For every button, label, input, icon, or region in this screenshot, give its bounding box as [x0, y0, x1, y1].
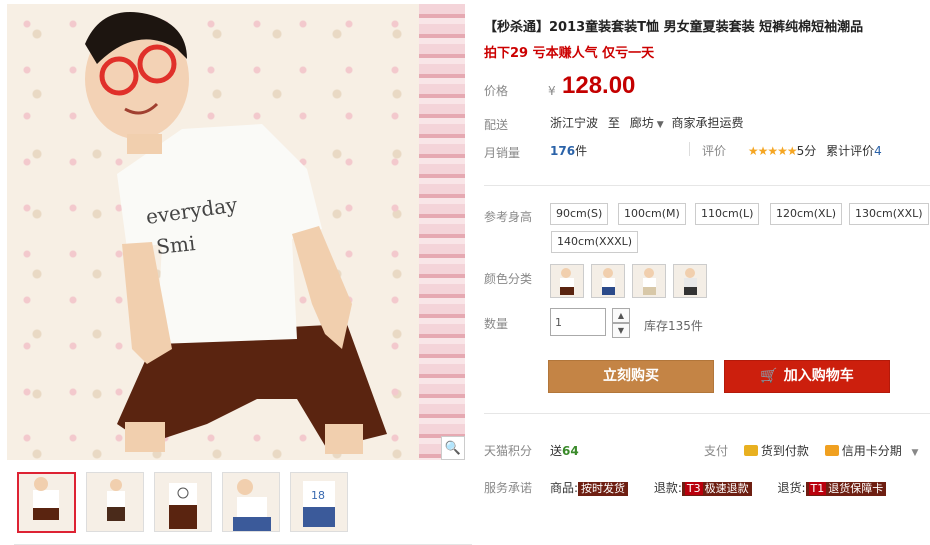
cart-icon: 🛒: [760, 368, 778, 384]
points-info: 送64: [550, 442, 579, 459]
size-option[interactable]: 130cm(XXL): [849, 203, 929, 225]
service-promises: 商品: 按时发货 退款: T3 极速退款 退货: T1 退货保障卡: [550, 479, 908, 496]
product-gallery: everyday Smi 🔍 18: [7, 4, 472, 545]
size-option[interactable]: 120cm(XL): [770, 203, 843, 225]
add-to-cart-button[interactable]: 🛒 加入购物车: [724, 360, 890, 393]
chevron-down-icon[interactable]: ▼: [912, 448, 919, 458]
shipping-label: 配送: [484, 118, 509, 132]
installment-option[interactable]: 信用卡分期: [824, 444, 902, 458]
payment-options: 支付 货到付款 信用卡分期 ▼: [704, 442, 918, 459]
sales-label: 月销量: [484, 146, 521, 160]
buy-now-button[interactable]: 立刻购买: [548, 360, 714, 393]
thumbnail-1[interactable]: [17, 472, 76, 533]
credit-card-icon: [824, 445, 839, 456]
chevron-down-icon[interactable]: ▼: [657, 120, 664, 130]
return-code: T1: [808, 482, 827, 495]
color-label: 颜色分类: [484, 272, 533, 286]
cod-option[interactable]: 货到付款: [743, 444, 809, 458]
ship-to-word: 至: [607, 116, 620, 130]
star-rating-icon: ★★★★★: [747, 144, 798, 158]
thumbnail-5[interactable]: 18: [290, 472, 348, 532]
thumbnail-strip: 18: [17, 472, 348, 533]
review-label[interactable]: 累计评价: [826, 144, 874, 158]
return-label: 退货:: [777, 481, 806, 495]
sales-unit: 件: [575, 144, 588, 158]
quantity-increase-button[interactable]: ▲: [612, 308, 630, 323]
promo-text: 拍下29 亏本赚人气 仅亏一天: [484, 46, 655, 61]
fast-refund-badge[interactable]: T3 极速退款: [681, 482, 752, 496]
rating-label: 评价: [702, 144, 727, 158]
refund-code: T3: [684, 482, 703, 495]
size-label: 参考身高: [484, 210, 533, 224]
cash-icon: [743, 445, 758, 456]
points-prefix: 送: [550, 444, 563, 458]
thumbnail-4[interactable]: [222, 472, 280, 532]
service-label: 服务承诺: [484, 481, 533, 495]
return-tag: 退货保障卡: [828, 482, 884, 495]
review-count[interactable]: 4: [874, 144, 882, 158]
size-option[interactable]: 140cm(XXXL): [551, 231, 639, 253]
size-option[interactable]: 110cm(L): [695, 203, 760, 225]
color-swatch[interactable]: [673, 264, 707, 298]
svg-text:Smi: Smi: [155, 231, 196, 259]
points-label: 天猫积分: [484, 444, 533, 458]
main-product-image[interactable]: everyday Smi 🔍: [7, 4, 465, 460]
ship-from: 浙江宁波: [550, 116, 599, 130]
quantity-label: 数量: [484, 317, 509, 331]
review-count-link[interactable]: 累计评价4: [826, 144, 882, 158]
cod-label: 货到付款: [760, 444, 809, 458]
price-label: 价格: [484, 84, 509, 98]
installment-label: 信用卡分期: [841, 444, 902, 458]
payment-label: 支付: [704, 444, 729, 458]
stock-count: 库存135件: [644, 319, 703, 333]
product-title: 【秒杀通】2013童装套装T恤 男女童夏装套装 短裤纯棉短袖潮品: [484, 20, 864, 35]
color-swatch[interactable]: [632, 264, 666, 298]
refund-tag: 极速退款: [704, 482, 749, 495]
size-option[interactable]: 90cm(S): [550, 203, 609, 225]
svg-text:18: 18: [311, 489, 325, 502]
add-to-cart-label: 加入购物车: [783, 368, 854, 384]
shipping-fee: 商家承担运费: [671, 116, 744, 130]
goods-label: 商品:: [550, 481, 579, 495]
quantity-decrease-button[interactable]: ▼: [612, 323, 630, 338]
quantity-input[interactable]: 1: [550, 308, 606, 336]
boy-photo: everyday Smi: [85, 12, 387, 454]
color-swatch[interactable]: [591, 264, 625, 298]
on-time-delivery-badge[interactable]: 按时发货: [578, 482, 629, 496]
points-value: 64: [562, 444, 579, 458]
rating-score: 5分: [796, 144, 817, 158]
price-value: 128.00: [562, 72, 636, 99]
sales-count: 176件: [550, 142, 587, 159]
color-swatch[interactable]: [550, 264, 584, 298]
refund-label: 退款:: [653, 481, 682, 495]
color-options: [550, 264, 707, 298]
size-option[interactable]: 100cm(M): [618, 203, 686, 225]
ship-destination[interactable]: 廊坊: [630, 116, 654, 130]
currency-symbol: ¥: [548, 84, 556, 98]
zoom-magnifier-icon[interactable]: 🔍: [441, 436, 465, 460]
rating-info: 评价 ★★★★★5分 累计评价4: [702, 142, 882, 159]
thumbnail-2[interactable]: [86, 472, 144, 532]
return-guarantee-badge[interactable]: T1 退货保障卡: [805, 482, 887, 496]
thumbnail-3[interactable]: [154, 472, 212, 532]
shipping-info: 浙江宁波 至 廊坊 ▼ 商家承担运费: [550, 114, 743, 131]
sales-number: 176: [550, 144, 576, 158]
